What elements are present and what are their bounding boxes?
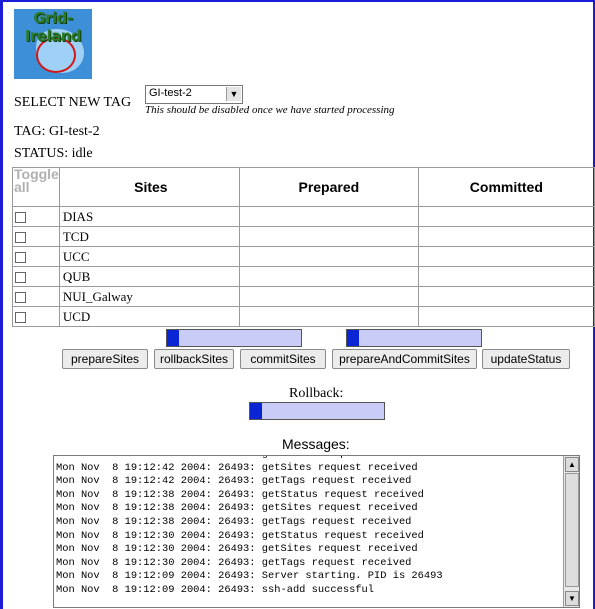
commit-progress-fill	[347, 330, 360, 346]
toggle-all-label[interactable]: Toggle all	[14, 166, 59, 195]
site-committed	[417, 246, 595, 267]
site-checkbox[interactable]	[15, 272, 26, 284]
rollback-progress-fill	[250, 403, 263, 419]
header-committed: Committed	[417, 167, 595, 207]
site-committed	[417, 266, 595, 287]
message-line: Mon Nov 8 19:12:42 2004: 26493: getStatu…	[56, 456, 561, 462]
rollback-sites-button[interactable]: rollbackSites	[154, 349, 234, 369]
header-prepared: Prepared	[238, 167, 419, 207]
site-name: QUB	[58, 266, 240, 287]
chevron-down-icon[interactable]: ▼	[226, 87, 241, 101]
scroll-down-icon[interactable]: ▼	[565, 591, 579, 606]
message-line: Mon Nov 8 19:12:09 2004: 26493: ssh-add …	[56, 583, 375, 596]
site-checkbox-cell	[12, 226, 60, 247]
window-frame-top	[0, 0, 595, 2]
current-status: STATUS: idle	[14, 146, 93, 161]
logo-text: Grid-Ireland	[24, 9, 82, 45]
current-tag: TAG: GI-test-2	[14, 124, 100, 139]
prepare-and-commit-sites-button[interactable]: prepareAndCommitSites	[332, 349, 477, 369]
site-name: DIAS	[58, 206, 240, 227]
rollback-progress-bar	[249, 402, 385, 420]
site-prepared	[238, 306, 419, 327]
site-committed	[417, 286, 595, 307]
select-tag-label: SELECT NEW TAG	[14, 95, 132, 110]
log-scrollbar[interactable]: ▲ ▼	[563, 456, 579, 607]
message-line: Mon Nov 8 19:12:38 2004: 26493: getTags …	[56, 515, 412, 528]
site-name: NUI_Galway	[58, 286, 240, 307]
rollback-label: Rollback:	[289, 386, 344, 401]
prepare-sites-button[interactable]: prepareSites	[62, 349, 148, 369]
table-row: TCD	[12, 226, 595, 247]
site-checkbox-cell	[12, 306, 60, 327]
commit-progress-bar	[346, 329, 482, 347]
prepare-progress-fill	[167, 330, 180, 346]
scroll-up-icon[interactable]: ▲	[565, 457, 579, 472]
update-status-button[interactable]: updateStatus	[482, 349, 570, 369]
scroll-thumb[interactable]	[565, 473, 579, 587]
messages-log[interactable]: Mon Nov 8 19:12:42 2004: 26493: getStatu…	[53, 455, 580, 608]
table-row: QUB	[12, 266, 595, 287]
message-line: Mon Nov 8 19:12:30 2004: 26493: getSites…	[56, 543, 418, 556]
site-committed	[417, 206, 595, 227]
message-line: Mon Nov 8 19:12:42 2004: 26493: getSites…	[56, 461, 418, 474]
site-checkbox[interactable]	[15, 292, 26, 304]
table-row: DIAS	[12, 206, 595, 227]
site-name: UCD	[58, 306, 240, 327]
site-checkbox-cell	[12, 206, 60, 227]
commit-sites-button[interactable]: commitSites	[240, 349, 326, 369]
messages-list: Mon Nov 8 19:12:42 2004: 26493: getStatu…	[56, 456, 561, 598]
site-checkbox[interactable]	[15, 212, 26, 224]
sites-table: Toggle all Sites Prepared Committed DIAS…	[12, 167, 595, 327]
header-sites: Sites	[58, 167, 240, 207]
site-committed	[417, 306, 595, 327]
site-prepared	[238, 226, 419, 247]
site-prepared	[238, 286, 419, 307]
table-row: UCD	[12, 306, 595, 327]
table-row: UCC	[12, 246, 595, 267]
messages-label: Messages:	[282, 436, 350, 452]
site-committed	[417, 226, 595, 247]
tag-select[interactable]: GI-test-2 ▼	[145, 85, 243, 104]
toggle-all-link[interactable]: Toggle all	[12, 166, 60, 207]
site-checkbox-cell	[12, 246, 60, 267]
select-tag-note: This should be disabled once we have sta…	[145, 104, 395, 116]
window-frame-left	[0, 0, 3, 609]
prepare-progress-bar	[166, 329, 302, 347]
site-checkbox[interactable]	[15, 312, 26, 324]
message-line: Mon Nov 8 19:12:09 2004: 26493: Server s…	[56, 570, 443, 583]
site-name: UCC	[58, 246, 240, 267]
tag-select-value: GI-test-2	[149, 87, 192, 99]
site-checkbox-cell	[12, 286, 60, 307]
table-row: NUI_Galway	[12, 286, 595, 307]
site-checkbox-cell	[12, 266, 60, 287]
site-prepared	[238, 206, 419, 227]
site-prepared	[238, 246, 419, 267]
site-checkbox[interactable]	[15, 232, 26, 244]
site-name: TCD	[58, 226, 240, 247]
message-line: Mon Nov 8 19:12:42 2004: 26493: getTags …	[56, 475, 412, 488]
message-line: Mon Nov 8 19:12:30 2004: 26493: getTags …	[56, 556, 412, 569]
grid-ireland-logo: Grid-Ireland	[14, 9, 92, 79]
message-line: Mon Nov 8 19:12:38 2004: 26493: getSites…	[56, 502, 418, 515]
message-line: Mon Nov 8 19:12:38 2004: 26493: getStatu…	[56, 488, 424, 501]
message-line: Mon Nov 8 19:12:30 2004: 26493: getStatu…	[56, 529, 424, 542]
site-checkbox[interactable]	[15, 252, 26, 264]
site-prepared	[238, 266, 419, 287]
